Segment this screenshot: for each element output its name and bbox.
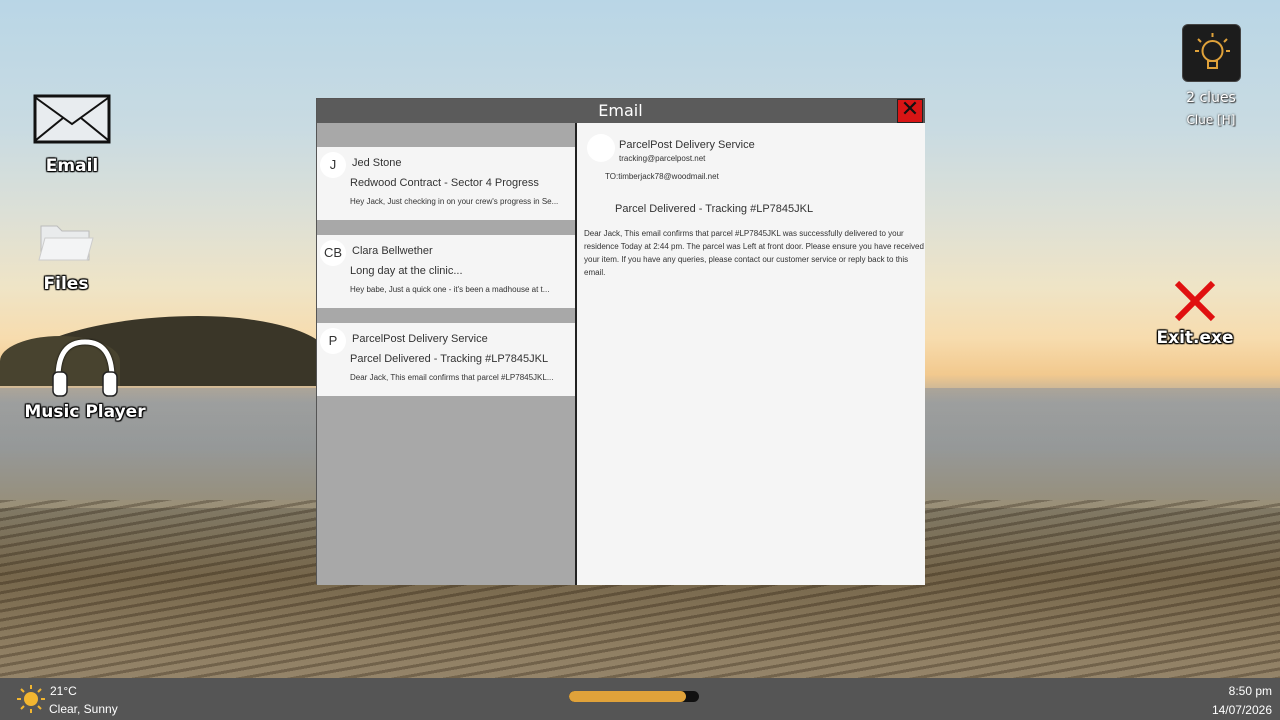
- desktop-label-files: Files: [43, 274, 89, 294]
- inbox-list: J Jed Stone Redwood Contract - Sector 4 …: [317, 123, 575, 585]
- desktop-label-music-player: Music Player: [24, 402, 146, 422]
- inbox-item-parcelpost[interactable]: P ParcelPost Delivery Service Parcel Del…: [317, 323, 575, 396]
- inbox-item-subject: Long day at the clinic...: [350, 265, 463, 277]
- reading-pane: ParcelPost Delivery Service tracking@par…: [577, 123, 925, 585]
- taskbar: 21°C Clear, Sunny 8:50 pm 14/07/2026: [0, 678, 1280, 720]
- desktop-icon-music-player[interactable]: Music Player: [20, 338, 150, 422]
- desktop-icon-exit[interactable]: Exit.exe: [1155, 280, 1235, 348]
- inbox-item-sender: Clara Bellwether: [352, 245, 433, 257]
- desktop-icon-email[interactable]: Email: [32, 94, 112, 176]
- inbox-item-preview: Hey Jack, Just checking in on your crew'…: [350, 197, 559, 206]
- inbox-item-preview: Hey babe, Just a quick one - it's been a…: [350, 285, 550, 294]
- clock-date: 14/07/2026: [1211, 703, 1272, 717]
- sun-icon: [17, 685, 45, 713]
- inbox-item-subject: Redwood Contract - Sector 4 Progress: [350, 177, 539, 189]
- desktop-label-email: Email: [45, 156, 99, 176]
- weather-condition: Clear, Sunny: [49, 702, 118, 716]
- inbox-item-clara-bellwether[interactable]: CB Clara Bellwether Long day at the clin…: [317, 235, 575, 308]
- close-button[interactable]: ✕: [897, 99, 923, 123]
- envelope-icon: [33, 94, 111, 144]
- avatar: CB: [320, 240, 346, 266]
- inbox-item-jed-stone[interactable]: J Jed Stone Redwood Contract - Sector 4 …: [317, 147, 575, 220]
- headphones-icon: [52, 339, 118, 397]
- window-title-bar[interactable]: Email ✕: [317, 99, 924, 123]
- game-progress-fill: [569, 691, 686, 702]
- desktop-label-exit: Exit.exe: [1156, 328, 1234, 348]
- email-window: Email ✕ J Jed Stone Redwood Contract - S…: [316, 98, 925, 585]
- inbox-item-subject: Parcel Delivered - Tracking #LP7845JKL: [350, 353, 549, 365]
- inbox-item-sender: Jed Stone: [352, 157, 402, 169]
- clue-button[interactable]: [1182, 24, 1241, 82]
- avatar: P: [320, 328, 346, 354]
- folder-icon: [38, 225, 94, 261]
- clock-time: 8:50 pm: [1228, 684, 1272, 698]
- reading-body: Dear Jack, This email confirms that parc…: [584, 229, 924, 277]
- clue-count: 2 clues: [1186, 90, 1236, 106]
- reading-to: TO:timberjack78@woodmail.net: [605, 172, 719, 181]
- reading-subject: Parcel Delivered - Tracking #LP7845JKL: [615, 203, 814, 215]
- weather-temperature: 21°C: [50, 684, 77, 698]
- inbox-item-preview: Dear Jack, This email confirms that parc…: [350, 373, 554, 382]
- close-icon: ✕: [900, 97, 920, 122]
- desktop-icon-files[interactable]: Files: [30, 220, 102, 294]
- red-x-icon: [1174, 280, 1216, 322]
- clue-hotkey-hint: Clue [H]: [1186, 113, 1236, 127]
- avatar: J: [320, 152, 346, 178]
- window-title: Email: [598, 101, 643, 120]
- lightbulb-icon: [1195, 33, 1230, 69]
- sender-avatar: [587, 134, 615, 162]
- inbox-item-sender: ParcelPost Delivery Service: [352, 333, 488, 345]
- reading-from-name: ParcelPost Delivery Service: [619, 139, 755, 151]
- reading-from-email: tracking@parcelpost.net: [619, 154, 706, 163]
- game-progress-bar: [569, 691, 699, 702]
